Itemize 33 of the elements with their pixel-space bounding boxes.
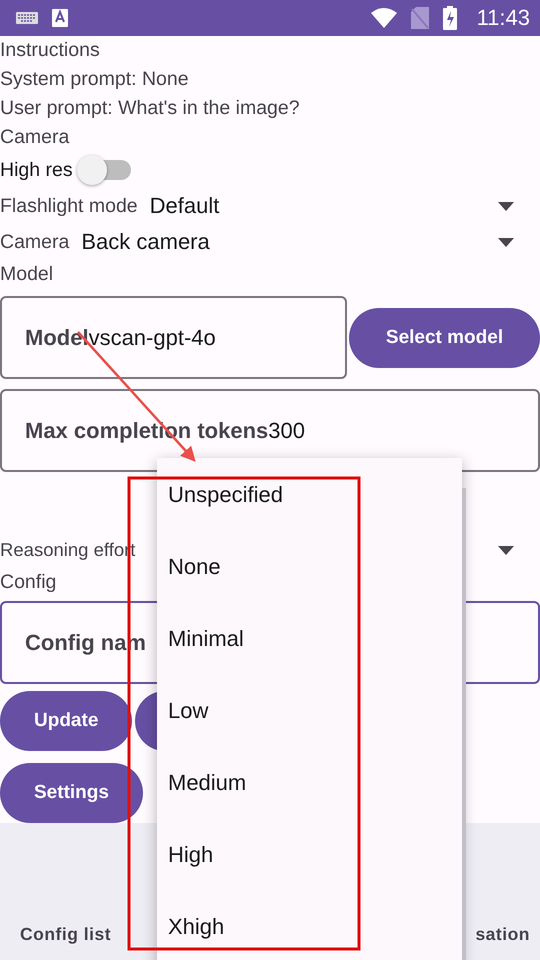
dropdown-arrow-icon bbox=[498, 546, 514, 554]
menu-item[interactable]: High bbox=[157, 821, 462, 893]
menu-item[interactable]: Xhigh bbox=[157, 893, 462, 960]
keyboard-icon bbox=[16, 12, 38, 24]
prompt-text: System prompt: None bbox=[0, 67, 190, 92]
menu-item[interactable]: Medium bbox=[157, 749, 462, 821]
menu-item[interactable]: Low bbox=[157, 677, 462, 749]
prompt-text: User prompt: What's in the image? bbox=[0, 96, 301, 121]
nav-tab[interactable]: sation bbox=[475, 924, 530, 945]
dropdown-value[interactable]: Back camera bbox=[81, 229, 498, 255]
high-res-switch[interactable] bbox=[76, 154, 131, 186]
status-time: 11:43 bbox=[476, 5, 530, 31]
wifi-icon bbox=[370, 8, 397, 28]
dropdown-value[interactable]: Default bbox=[150, 193, 498, 219]
battery-charging-icon bbox=[442, 6, 457, 30]
menu-item[interactable]: None bbox=[157, 533, 462, 605]
update-button[interactable]: Update bbox=[0, 691, 132, 751]
menu-item[interactable]: Minimal bbox=[157, 605, 462, 677]
section-heading: Instructions bbox=[0, 38, 101, 63]
switch-thumb[interactable] bbox=[76, 155, 107, 185]
select-model-button[interactable]: Select model bbox=[349, 308, 540, 368]
dropdown-arrow-icon bbox=[498, 202, 514, 210]
settings-button[interactable]: Settings bbox=[0, 763, 143, 823]
text-app-icon bbox=[52, 9, 68, 27]
no-sim-icon bbox=[410, 7, 429, 29]
dropdown-label: Camera bbox=[0, 230, 70, 254]
dropdown-arrow-icon bbox=[498, 238, 514, 246]
section-heading: Model bbox=[0, 262, 54, 287]
nav-tab[interactable]: Config list bbox=[20, 924, 112, 945]
section-heading: Config bbox=[0, 570, 58, 595]
switch-label: High res bbox=[0, 158, 73, 182]
dropdown-label: Flashlight mode bbox=[0, 194, 138, 218]
section-heading: Camera bbox=[0, 125, 70, 150]
